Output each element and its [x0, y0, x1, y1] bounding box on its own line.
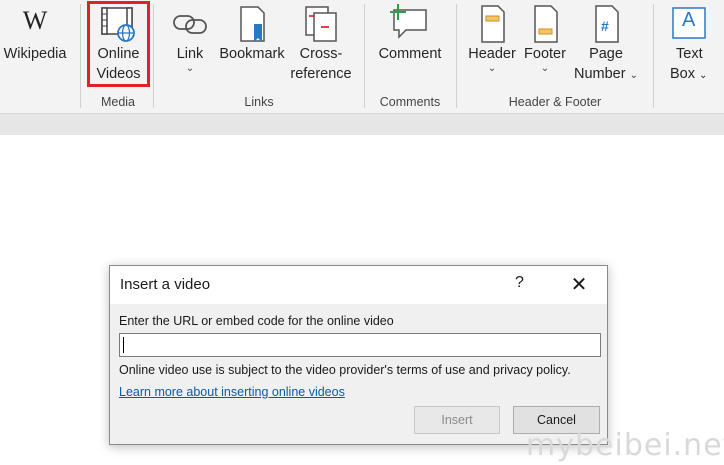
- insert-button[interactable]: Insert: [414, 406, 500, 434]
- link-label: Link: [176, 46, 204, 62]
- footer-button[interactable]: Footer ⌄: [520, 0, 570, 74]
- highlight-box: [87, 1, 150, 87]
- url-input[interactable]: [119, 333, 601, 357]
- link-icon: [170, 4, 210, 44]
- text-caret: [123, 337, 124, 353]
- page-number-icon: #: [586, 4, 626, 44]
- ribbon-bottom-band: [0, 113, 724, 135]
- separator: [456, 4, 457, 108]
- header-icon: [472, 4, 512, 44]
- watermark: mybeibei.net: [526, 428, 724, 463]
- url-prompt-label: Enter the URL or embed code for the onli…: [119, 314, 394, 328]
- text-box-label-line1: Text: [676, 46, 703, 62]
- ribbon: W Wikipedia Online Videos Link ⌄ Bookmar…: [0, 0, 724, 113]
- separator: [80, 4, 81, 108]
- chevron-down-icon: ⌄: [540, 63, 550, 74]
- comment-label: Comment: [378, 46, 442, 62]
- wikipedia-label: Wikipedia: [3, 46, 67, 62]
- bookmark-label: Bookmark: [219, 46, 285, 62]
- comment-button[interactable]: Comment: [374, 0, 446, 64]
- close-icon[interactable]: ✕: [568, 270, 590, 300]
- text-box-button[interactable]: A Text Box ⌄: [664, 0, 724, 86]
- separator: [364, 4, 365, 108]
- page-number-label-line1: Page: [589, 46, 623, 62]
- footer-icon: [525, 4, 565, 44]
- chevron-down-icon: ⌄: [487, 63, 497, 74]
- group-label-comments: Comments: [379, 95, 441, 109]
- header-button[interactable]: Header ⌄: [465, 0, 519, 74]
- header-label: Header: [468, 46, 516, 62]
- page-number-button[interactable]: # Page Number ⌄: [570, 0, 642, 86]
- cross-reference-label-line1: Cross-: [299, 46, 343, 62]
- dialog-title: Insert a video: [120, 276, 211, 293]
- page-number-label-line2: Number: [574, 66, 626, 82]
- link-button[interactable]: Link ⌄: [168, 0, 212, 74]
- footer-label: Footer: [524, 46, 566, 62]
- bookmark-button[interactable]: Bookmark: [216, 0, 288, 64]
- wikipedia-button[interactable]: W Wikipedia: [0, 0, 70, 64]
- text-box-icon: A: [670, 4, 710, 44]
- text-box-label-line2: Box: [670, 66, 695, 82]
- cross-reference-icon: [301, 4, 341, 44]
- terms-note: Online video use is subject to the video…: [119, 363, 571, 377]
- group-label-links: Links: [244, 95, 274, 109]
- chevron-down-icon: ⌄: [699, 70, 708, 81]
- wikipedia-icon: W: [22, 6, 48, 35]
- separator: [653, 4, 654, 108]
- chevron-down-icon: ⌄: [629, 70, 638, 81]
- bookmark-icon: [232, 4, 272, 44]
- comment-icon: [390, 2, 430, 42]
- cross-reference-button[interactable]: Cross- reference: [288, 0, 354, 84]
- group-label-media: Media: [100, 95, 136, 109]
- dialog-title-bar: Insert a video ? ✕: [110, 266, 607, 304]
- text-box-label-row: Box ⌄: [664, 64, 724, 86]
- separator: [153, 4, 154, 108]
- learn-more-link[interactable]: Learn more about inserting online videos: [119, 385, 345, 399]
- chevron-down-icon: ⌄: [185, 63, 195, 74]
- group-label-header-footer: Header & Footer: [508, 95, 602, 109]
- help-button[interactable]: ?: [515, 274, 524, 292]
- insert-video-dialog: Insert a video ? ✕ Enter the URL or embe…: [109, 265, 608, 445]
- cross-reference-label-line2: reference: [290, 66, 352, 82]
